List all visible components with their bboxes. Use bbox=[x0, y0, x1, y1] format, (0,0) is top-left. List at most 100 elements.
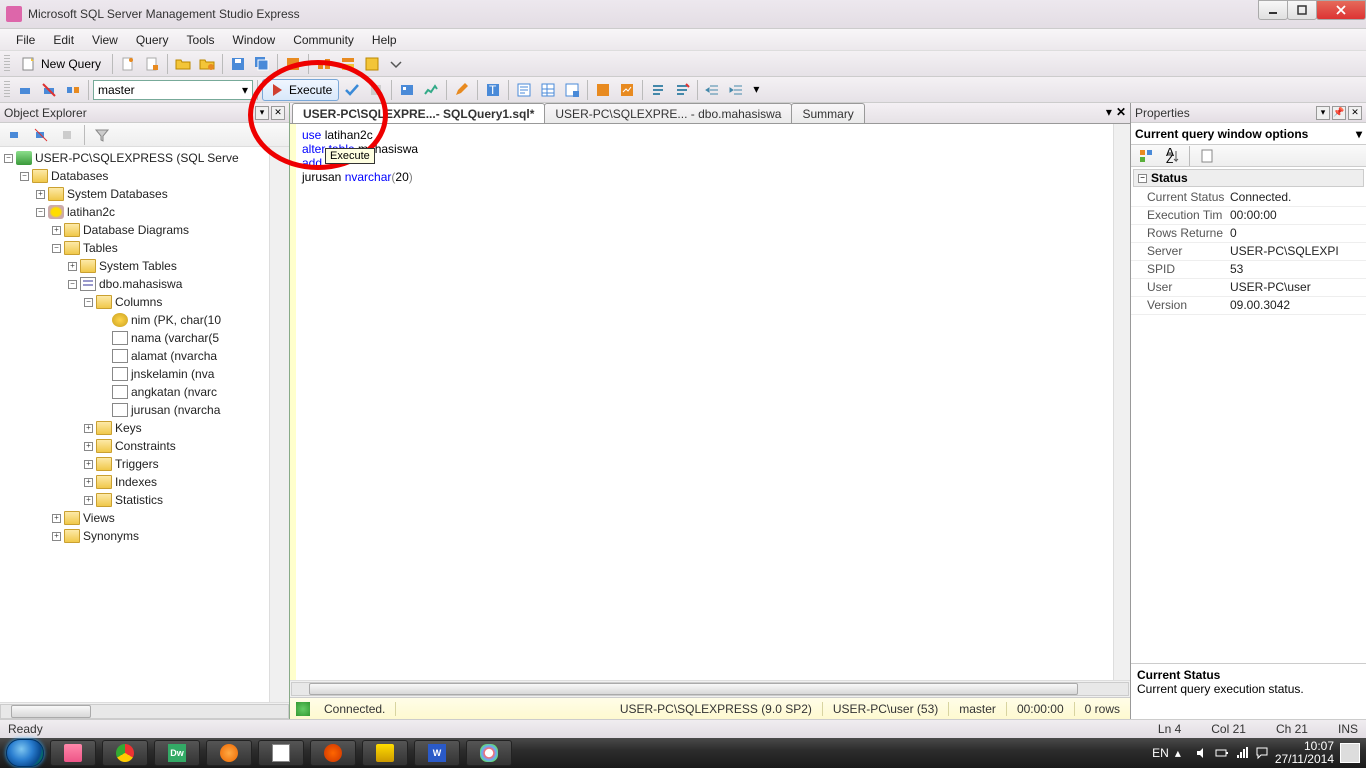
taskbar-app-dreamweaver[interactable]: Dw bbox=[154, 740, 200, 766]
toolbar-btn-1[interactable] bbox=[117, 53, 139, 75]
change-connection-button[interactable] bbox=[62, 79, 84, 101]
horizontal-scrollbar[interactable] bbox=[0, 702, 289, 719]
results-grid-button[interactable] bbox=[537, 79, 559, 101]
collapse-icon[interactable]: − bbox=[4, 154, 13, 163]
object-explorer-tree[interactable]: −USER-PC\SQLEXPRESS (SQL Serve −Database… bbox=[0, 147, 269, 702]
tree-synonyms-node[interactable]: +Synonyms bbox=[2, 527, 269, 545]
tree-columns-node[interactable]: −Columns bbox=[2, 293, 269, 311]
start-button[interactable] bbox=[6, 739, 44, 767]
collapse-icon[interactable]: − bbox=[20, 172, 29, 181]
tree-col-jurusan[interactable]: jurusan (nvarcha bbox=[2, 401, 269, 419]
network-icon[interactable] bbox=[1235, 746, 1249, 760]
sql-editor[interactable]: use latihan2c alter table mahasiswa add … bbox=[290, 124, 1130, 680]
tree-systables-node[interactable]: +System Tables bbox=[2, 257, 269, 275]
menu-tools[interactable]: Tools bbox=[179, 31, 223, 49]
window-minimize-button[interactable] bbox=[1258, 0, 1288, 20]
menu-view[interactable]: View bbox=[84, 31, 126, 49]
alphabetical-button[interactable]: AZ bbox=[1161, 145, 1183, 167]
editor-horizontal-scrollbar[interactable] bbox=[290, 680, 1130, 697]
toolbar-btn-2[interactable] bbox=[141, 53, 163, 75]
property-category-status[interactable]: −Status bbox=[1133, 169, 1364, 187]
categorized-button[interactable] bbox=[1135, 145, 1157, 167]
taskbar-app-calendar[interactable] bbox=[258, 740, 304, 766]
toolbar-btn-reg[interactable] bbox=[313, 53, 335, 75]
menu-file[interactable]: File bbox=[8, 31, 43, 49]
editor-content[interactable]: use latihan2c alter table mahasiswa add … bbox=[296, 124, 424, 680]
taskbar-app-ssms[interactable] bbox=[362, 740, 408, 766]
panel-dropdown-button[interactable]: ▾ bbox=[255, 106, 269, 120]
property-pages-button[interactable] bbox=[1196, 145, 1218, 167]
taskbar-clock[interactable]: 10:07 27/11/2014 bbox=[1275, 740, 1334, 766]
tree-triggers-node[interactable]: +Triggers bbox=[2, 455, 269, 473]
collapse-icon[interactable]: − bbox=[1138, 174, 1147, 183]
design-query-button[interactable] bbox=[451, 79, 473, 101]
tree-table-mahasiswa[interactable]: −dbo.mahasiswa bbox=[2, 275, 269, 293]
taskbar-app-mediaplayer[interactable] bbox=[206, 740, 252, 766]
results-file-button[interactable] bbox=[561, 79, 583, 101]
tree-views-node[interactable]: +Views bbox=[2, 509, 269, 527]
tree-constraints-node[interactable]: +Constraints bbox=[2, 437, 269, 455]
taskbar-app-chrome[interactable] bbox=[102, 740, 148, 766]
menu-window[interactable]: Window bbox=[225, 31, 284, 49]
analyze-button[interactable] bbox=[420, 79, 442, 101]
tree-diagrams-node[interactable]: +Database Diagrams bbox=[2, 221, 269, 239]
open-file-button[interactable] bbox=[172, 53, 194, 75]
open-project-button[interactable] bbox=[196, 53, 218, 75]
panel-close-button[interactable]: ✕ bbox=[1348, 106, 1362, 120]
tree-databases-node[interactable]: −Databases bbox=[2, 167, 269, 185]
editor-vertical-scrollbar[interactable] bbox=[1113, 124, 1130, 680]
toolbar-btn-temp[interactable] bbox=[361, 53, 383, 75]
tree-col-nim[interactable]: nim (PK, char(10 bbox=[2, 311, 269, 329]
collapse-icon[interactable]: − bbox=[36, 208, 45, 217]
user-avatar-icon[interactable] bbox=[1340, 743, 1360, 763]
show-hidden-icons-button[interactable]: ▴ bbox=[1175, 746, 1189, 760]
tree-col-alamat[interactable]: alamat (nvarcha bbox=[2, 347, 269, 365]
save-button[interactable] bbox=[227, 53, 249, 75]
expand-icon[interactable]: + bbox=[84, 478, 93, 487]
expand-icon[interactable]: + bbox=[52, 226, 61, 235]
tab-menu-button[interactable]: ▾ bbox=[1106, 105, 1112, 119]
include-stats-button[interactable] bbox=[616, 79, 638, 101]
expand-icon[interactable]: + bbox=[36, 190, 45, 199]
collapse-icon[interactable]: − bbox=[84, 298, 93, 307]
collapse-icon[interactable]: − bbox=[52, 244, 61, 253]
taskbar-app-firefox[interactable] bbox=[310, 740, 356, 766]
include-plan-button[interactable] bbox=[592, 79, 614, 101]
menu-help[interactable]: Help bbox=[364, 31, 405, 49]
connect-button[interactable] bbox=[14, 79, 36, 101]
toolbar-btn-activity[interactable] bbox=[282, 53, 304, 75]
save-all-button[interactable] bbox=[251, 53, 273, 75]
indent-button[interactable] bbox=[702, 79, 724, 101]
toolbar-options-button[interactable] bbox=[385, 53, 407, 75]
execute-button[interactable]: Execute bbox=[262, 79, 339, 101]
panel-close-button[interactable]: ✕ bbox=[271, 106, 285, 120]
document-tab-active[interactable]: USER-PC\SQLEXPRE...- SQLQuery1.sql* bbox=[292, 103, 545, 123]
menu-community[interactable]: Community bbox=[285, 31, 362, 49]
new-query-button[interactable]: New Query bbox=[14, 53, 108, 75]
expand-icon[interactable]: + bbox=[52, 532, 61, 541]
oe-stop-button[interactable] bbox=[56, 124, 78, 146]
tree-col-angkatan[interactable]: angkatan (nvarc bbox=[2, 383, 269, 401]
expand-icon[interactable]: + bbox=[84, 424, 93, 433]
panel-dropdown-button[interactable]: ▾ bbox=[1316, 106, 1330, 120]
document-tab[interactable]: Summary bbox=[791, 103, 864, 123]
oe-disconnect-button[interactable] bbox=[30, 124, 52, 146]
disconnect-button[interactable] bbox=[38, 79, 60, 101]
taskbar-app-word[interactable]: W bbox=[414, 740, 460, 766]
tab-close-button[interactable]: ✕ bbox=[1116, 105, 1126, 119]
tree-indexes-node[interactable]: +Indexes bbox=[2, 473, 269, 491]
tree-statistics-node[interactable]: +Statistics bbox=[2, 491, 269, 509]
collapse-icon[interactable]: − bbox=[68, 280, 77, 289]
parse-button[interactable] bbox=[341, 79, 363, 101]
cancel-query-button[interactable] bbox=[365, 79, 387, 101]
tree-col-jnskelamin[interactable]: jnskelamin (nva bbox=[2, 365, 269, 383]
specify-values-button[interactable]: T bbox=[482, 79, 504, 101]
tree-db-latihan2c[interactable]: −latihan2c bbox=[2, 203, 269, 221]
tree-tables-node[interactable]: −Tables bbox=[2, 239, 269, 257]
tree-col-nama[interactable]: nama (varchar(5 bbox=[2, 329, 269, 347]
action-center-icon[interactable] bbox=[1255, 746, 1269, 760]
document-tab[interactable]: USER-PC\SQLEXPRE... - dbo.mahasiswa bbox=[544, 103, 792, 123]
volume-icon[interactable] bbox=[1195, 746, 1209, 760]
database-selector[interactable]: master ▾ bbox=[93, 80, 253, 100]
outdent-button[interactable] bbox=[726, 79, 748, 101]
